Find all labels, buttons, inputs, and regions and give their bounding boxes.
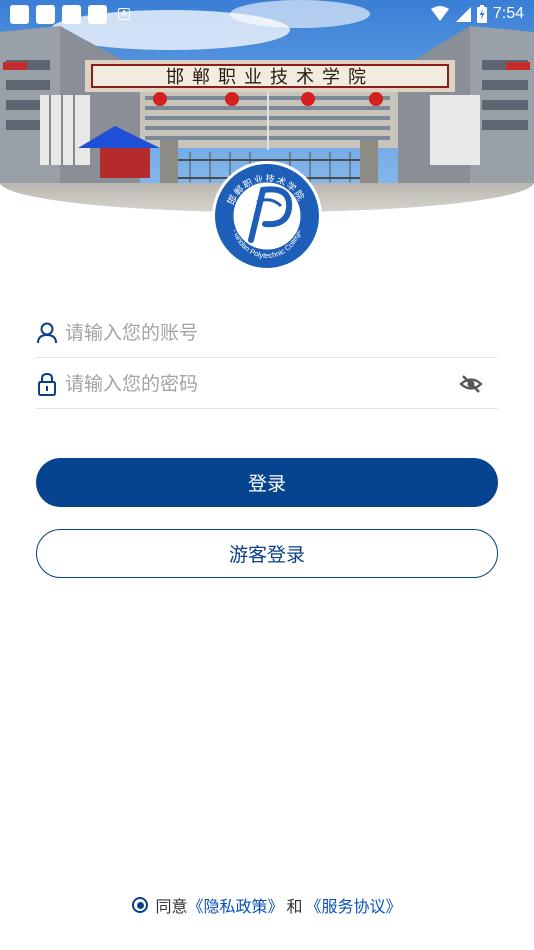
notification-icon bbox=[88, 4, 107, 24]
notification-icon bbox=[62, 4, 81, 24]
agreement-row: 同意 《隐私政策》 和 《服务协议》 bbox=[0, 893, 534, 917]
system-icons: 7:54 bbox=[430, 5, 524, 23]
agree-radio[interactable] bbox=[132, 897, 149, 913]
wifi-icon bbox=[430, 6, 449, 21]
school-logo: 邯郸职业技术学院 Handan Polytechnic College bbox=[211, 160, 323, 272]
privacy-policy-link[interactable]: 《隐私政策》 bbox=[187, 893, 283, 917]
gate-sign-text: 邯郸职业技术学院 bbox=[166, 67, 374, 88]
account-input[interactable] bbox=[65, 321, 498, 344]
radio-dot bbox=[136, 901, 144, 909]
login-button[interactable]: 登录 bbox=[36, 458, 498, 507]
agree-prefix: 同意 bbox=[155, 897, 188, 916]
password-field bbox=[36, 359, 498, 409]
user-icon bbox=[36, 321, 58, 345]
lock-icon bbox=[36, 372, 58, 396]
agree-conjunction: 和 bbox=[286, 897, 303, 916]
password-input[interactable] bbox=[65, 372, 458, 395]
notification-icon bbox=[36, 4, 55, 24]
toggle-password-visibility-icon[interactable] bbox=[458, 371, 484, 397]
notification-icon bbox=[10, 4, 29, 24]
guest-login-button[interactable]: 游客登录 bbox=[36, 529, 498, 578]
battery-icon bbox=[476, 5, 487, 23]
signal-icon bbox=[455, 7, 471, 22]
a-icon: A bbox=[118, 8, 130, 20]
status-time: 7:54 bbox=[492, 5, 524, 22]
notification-area: A bbox=[10, 4, 130, 24]
status-bar: A 7:54 bbox=[0, 0, 534, 28]
account-field bbox=[36, 308, 498, 358]
service-agreement-link[interactable]: 《服务协议》 bbox=[306, 893, 402, 917]
